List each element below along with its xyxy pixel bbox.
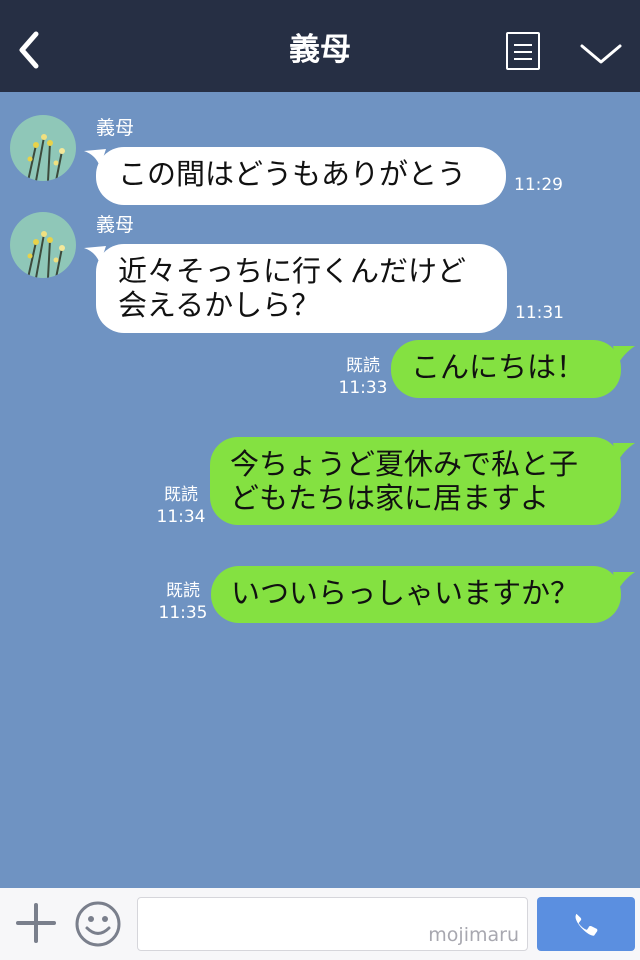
smiley-icon [75, 901, 121, 947]
read-label: 既読 [346, 356, 380, 376]
message-bubble-incoming[interactable]: この間はどうもありがとう [84, 147, 506, 205]
collapse-button[interactable] [578, 38, 624, 68]
read-receipt: 既読 11:34 [156, 484, 206, 528]
phone-icon [575, 914, 598, 936]
message-bubble-incoming[interactable]: 近々そっちに行くんだけど 会えるかしら？ [84, 244, 507, 333]
emoji-button[interactable] [74, 900, 122, 948]
message-bubble-outgoing[interactable]: 今ちょうど夏休みで私と子 どもたちは家に居ますよ [210, 437, 635, 525]
chat-title: 義母 [289, 32, 351, 68]
read-label: 既読 [164, 485, 198, 505]
message-time: 11:29 [514, 175, 563, 195]
read-receipt: 既読 11:33 [338, 355, 388, 399]
chat-header: 義母 [0, 0, 640, 92]
message-text: いついらっしゃいますか？ [231, 576, 580, 610]
list-icon [514, 44, 532, 46]
add-button[interactable] [14, 901, 58, 945]
message-text-line: 近々そっちに行くんだけど [118, 254, 467, 288]
input-bar: mojimaru [0, 888, 640, 960]
avatar[interactable] [10, 115, 76, 181]
message-text-line: 会えるかしら？ [118, 288, 321, 322]
read-receipt: 既読 11:35 [158, 580, 208, 624]
message-text-line: どもたちは家に居ますよ [230, 481, 550, 515]
message-time: 11:34 [156, 507, 206, 527]
plus-icon [16, 903, 56, 943]
sender-name: 義母 [96, 117, 135, 139]
chevron-down-icon [580, 44, 622, 64]
watermark-text: mojimaru [428, 924, 519, 946]
message-text: こんにちは！ [411, 350, 586, 384]
menu-button[interactable] [506, 32, 540, 70]
message-text-line: 今ちょうど夏休みで私と子 [230, 447, 579, 481]
message-text: この間はどうもありがとう [118, 157, 467, 191]
message-bubble-outgoing[interactable]: こんにちは！ [391, 340, 635, 398]
message-bubble-outgoing[interactable]: いついらっしゃいますか？ [211, 566, 635, 623]
call-button[interactable] [537, 897, 635, 951]
read-label: 既読 [166, 581, 200, 601]
message-time: 11:35 [158, 603, 208, 623]
message-time: 11:33 [338, 378, 388, 398]
avatar[interactable] [10, 212, 76, 278]
message-time: 11:31 [515, 303, 564, 323]
sender-name: 義母 [96, 214, 135, 236]
message-input[interactable]: mojimaru [137, 897, 528, 951]
